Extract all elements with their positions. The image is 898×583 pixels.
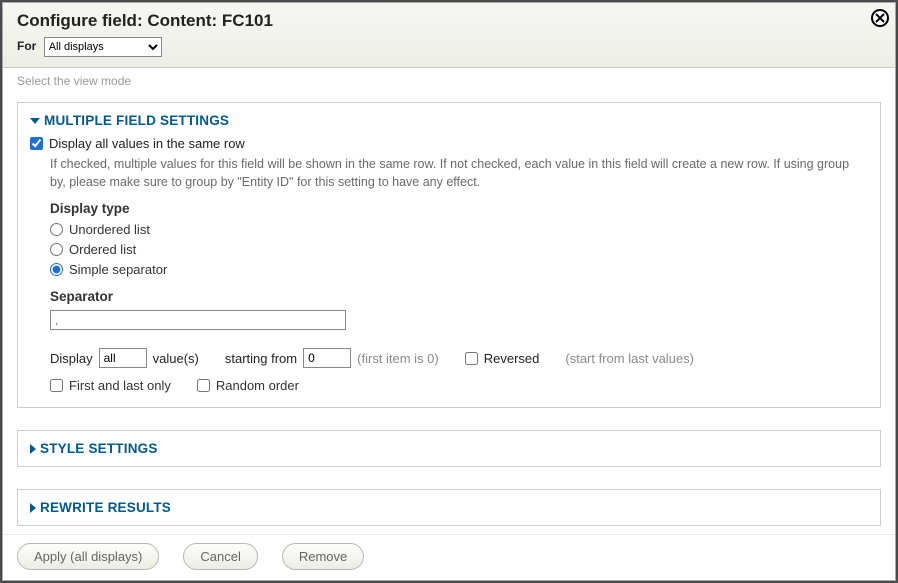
starting-from-input[interactable] — [303, 348, 351, 368]
display-type-label: Display type — [50, 201, 868, 216]
random-order-label: Random order — [216, 378, 299, 393]
multiple-field-settings-toggle[interactable]: MULTIPLE FIELD SETTINGS — [30, 113, 868, 128]
radio-ordered-label: Ordered list — [69, 242, 136, 257]
style-settings-toggle[interactable]: STYLE SETTINGS — [30, 441, 868, 456]
first-item-hint: (first item is 0) — [357, 351, 439, 366]
display-count-row: Display value(s) starting from (first it… — [50, 348, 868, 368]
close-icon[interactable] — [871, 9, 889, 27]
first-last-only-label: First and last only — [69, 378, 171, 393]
triangle-right-icon — [30, 444, 36, 454]
display-count-input[interactable] — [99, 348, 147, 368]
rewrite-results-toggle[interactable]: REWRITE RESULTS — [30, 500, 868, 515]
display-word: Display — [50, 351, 93, 366]
configure-field-dialog: Configure field: Content: FC101 For All … — [2, 2, 896, 581]
reversed-hint: (start from last values) — [565, 351, 694, 366]
random-order-checkbox[interactable] — [197, 379, 210, 392]
view-mode-hint: Select the view mode — [17, 74, 881, 88]
values-word: value(s) — [153, 351, 199, 366]
display-same-row-label: Display all values in the same row — [49, 136, 245, 151]
multiple-field-settings: MULTIPLE FIELD SETTINGS Display all valu… — [17, 102, 881, 408]
separator-input[interactable] — [50, 310, 346, 330]
reversed-label: Reversed — [484, 351, 540, 366]
apply-button[interactable]: Apply (all displays) — [17, 543, 159, 570]
first-last-only-checkbox[interactable] — [50, 379, 63, 392]
for-select[interactable]: All displays — [44, 37, 162, 57]
dialog-header: Configure field: Content: FC101 For All … — [3, 3, 895, 68]
display-same-row-help: If checked, multiple values for this fie… — [50, 155, 868, 191]
style-settings: STYLE SETTINGS — [17, 430, 881, 467]
rewrite-results-title: REWRITE RESULTS — [40, 500, 171, 515]
radio-ordered[interactable] — [50, 243, 63, 256]
style-settings-title: STYLE SETTINGS — [40, 441, 158, 456]
radio-simple-separator-label: Simple separator — [69, 262, 167, 277]
radio-unordered[interactable] — [50, 223, 63, 236]
dialog-title: Configure field: Content: FC101 — [17, 11, 881, 31]
multiple-field-settings-title: MULTIPLE FIELD SETTINGS — [44, 113, 229, 128]
triangle-right-icon — [30, 503, 36, 513]
rewrite-results: REWRITE RESULTS — [17, 489, 881, 526]
radio-unordered-label: Unordered list — [69, 222, 150, 237]
starting-from-word: starting from — [225, 351, 297, 366]
reversed-checkbox[interactable] — [465, 352, 478, 365]
dialog-footer: Apply (all displays) Cancel Remove — [3, 534, 895, 580]
separator-label: Separator — [50, 289, 868, 304]
remove-button[interactable]: Remove — [282, 543, 364, 570]
dialog-body: Select the view mode MULTIPLE FIELD SETT… — [3, 68, 895, 538]
cancel-button[interactable]: Cancel — [183, 543, 257, 570]
triangle-down-icon — [30, 118, 40, 124]
for-label: For — [17, 39, 36, 53]
for-row: For All displays — [17, 37, 881, 57]
extra-options-row: First and last only Random order — [50, 378, 868, 393]
display-same-row-checkbox[interactable] — [30, 137, 43, 150]
radio-simple-separator[interactable] — [50, 263, 63, 276]
